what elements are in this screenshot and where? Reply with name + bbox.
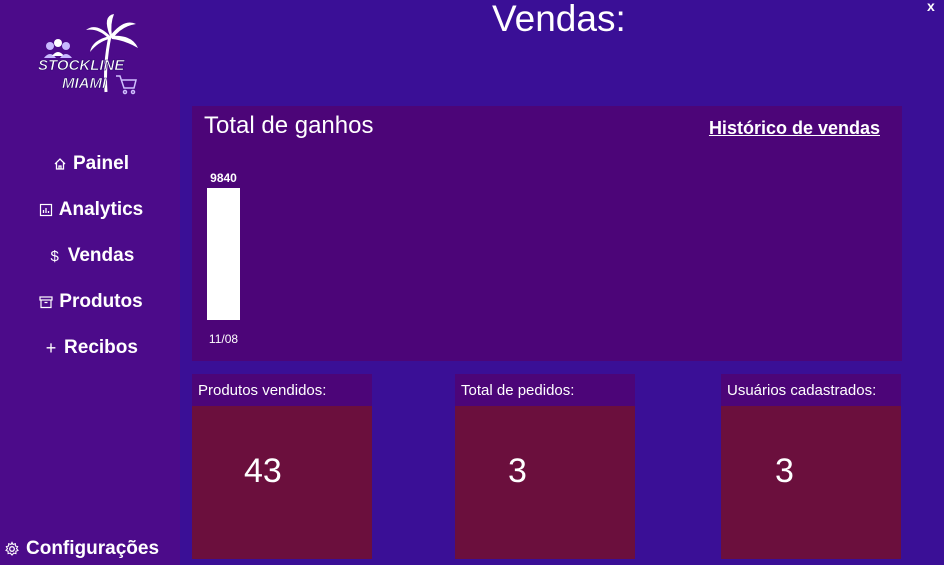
logo-graphic: STOCKLINE MIAMI: [38, 14, 138, 95]
chart-bar: [207, 188, 240, 320]
sidebar-item-label: Produtos: [59, 291, 143, 312]
sidebar-item-label: Painel: [73, 153, 129, 174]
plus-icon: +: [45, 337, 57, 358]
settings-button[interactable]: Configurações: [4, 538, 159, 560]
settings-label: Configurações: [26, 538, 160, 559]
stat-products-sold-card: 43: [192, 406, 372, 559]
close-button[interactable]: x: [927, 0, 935, 14]
sidebar-item-label: Analytics: [58, 199, 144, 220]
stockline-miami-logo: STOCKLINE MIAMI: [36, 14, 142, 96]
sidebar-item-vendas[interactable]: $ Vendas: [0, 241, 180, 271]
logo-text-line2: MIAMI: [62, 75, 107, 92]
stat-total-orders-value: 3: [508, 452, 527, 490]
sales-history-link[interactable]: Histórico de vendas: [709, 118, 880, 139]
chart-x-tick-label: 11/08: [209, 332, 238, 346]
archive-box-icon: [37, 293, 55, 311]
home-icon: [51, 155, 69, 173]
page-title: Vendas:: [492, 0, 626, 39]
stat-products-sold-value: 43: [244, 452, 282, 490]
chart-data-label: 9840: [210, 171, 237, 185]
stat-registered-users-card: 3: [721, 406, 901, 559]
logo-text-line1: STOCKLINE: [38, 57, 125, 74]
stat-total-orders-card: 3: [455, 406, 635, 559]
sidebar-item-label: Recibos: [64, 337, 138, 358]
earnings-title: Total de ganhos: [204, 112, 374, 139]
sidebar-item-produtos[interactable]: Produtos: [0, 287, 180, 317]
dollar-icon: $: [50, 247, 59, 265]
gear-icon: [4, 540, 22, 558]
stat-products-sold-label: Produtos vendidos:: [192, 374, 372, 406]
bar-chart-icon: [37, 201, 55, 219]
sidebar-item-label: Vendas: [67, 245, 135, 266]
sidebar-item-recibos[interactable]: + Recibos: [0, 333, 180, 363]
cart-icon: [116, 75, 137, 95]
stat-total-orders-label: Total de pedidos:: [455, 374, 635, 406]
earnings-panel: 9840 11/08 Total de ganhos Histórico de v…: [192, 106, 902, 361]
sidebar: STOCKLINE MIAMI Painel Analytics $ Venda…: [0, 0, 180, 565]
earnings-chart: 9840 11/08: [207, 171, 240, 346]
sidebar-item-analytics[interactable]: Analytics: [0, 195, 180, 225]
stat-registered-users-label: Usuários cadastrados:: [721, 374, 901, 406]
stat-registered-users-value: 3: [775, 452, 794, 490]
sidebar-item-painel[interactable]: Painel: [0, 149, 180, 179]
